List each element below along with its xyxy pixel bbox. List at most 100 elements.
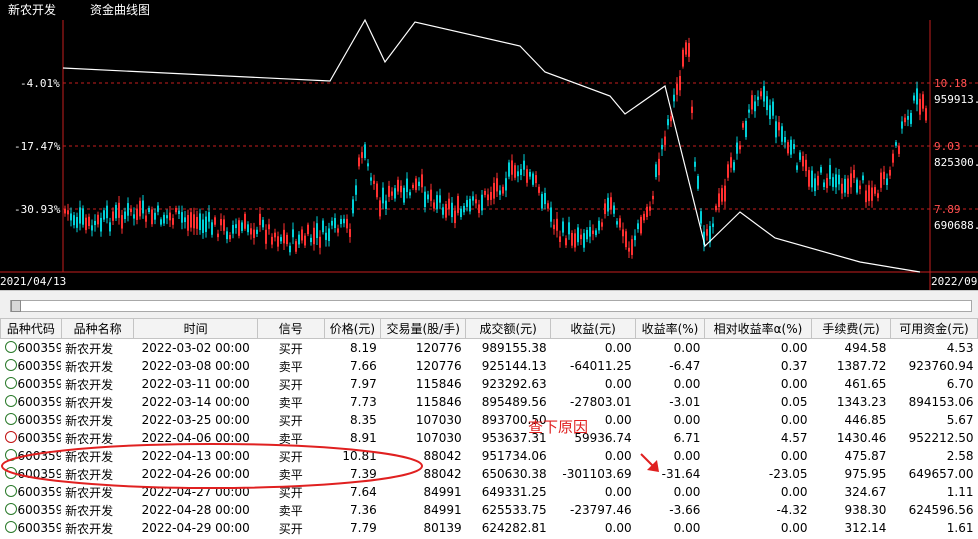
cell-rate: -3.01 (669, 395, 701, 409)
table-row[interactable]: 600359 新农开发 2022-04-28 00:00 卖平 7.36 84991 625… (1, 501, 978, 519)
cell-name: 新农开发 (65, 359, 114, 374)
candle-body (334, 218, 336, 228)
candle-body (385, 200, 387, 209)
candle-body (181, 212, 183, 223)
cell-fee: 938.30 (844, 503, 887, 517)
candle-body (409, 192, 411, 196)
scrollbar-thumb[interactable] (11, 300, 21, 312)
candle-body (640, 216, 642, 234)
table-row[interactable]: 600359 新农开发 2022-03-14 00:00 卖平 7.73 115846 89… (1, 393, 978, 411)
candle-body (262, 219, 264, 228)
cell-profit: 0.00 (604, 521, 632, 535)
equity-curve-chart[interactable]: 新农开发 资金曲线图 -4.01% -17.47% -30.93% 10.18 … (0, 0, 978, 290)
candle-body (178, 210, 180, 214)
column-header[interactable]: 品种代码 (0, 318, 62, 339)
candle-body (571, 232, 573, 246)
column-header[interactable]: 时间 (133, 318, 258, 339)
table-row[interactable]: 600359 新农开发 2022-04-29 00:00 买开 7.79 80139 624… (1, 519, 978, 537)
candle-body (580, 234, 582, 240)
cell-fee: 975.95 (844, 467, 887, 481)
candle-body (598, 220, 600, 231)
candle-body (439, 195, 441, 203)
table-row[interactable]: 600359 新农开发 2022-04-13 00:00 买开 10.81 88042 95… (1, 447, 978, 465)
column-header[interactable]: 交易量(股/手) (380, 318, 467, 339)
candle-body (562, 221, 564, 233)
candle-body (664, 136, 666, 145)
candle-body (280, 237, 282, 242)
cell-volume: 107030 (415, 413, 462, 427)
price-axis-label: 9.03 (934, 140, 961, 153)
table-row[interactable]: 600359 新农开发 2022-03-25 00:00 买开 8.35 107030 89… (1, 411, 978, 429)
cell-rate: 0.00 (673, 413, 701, 427)
column-header[interactable]: 收益率(%) (635, 318, 705, 339)
column-header[interactable]: 收益(元) (550, 318, 637, 339)
candle-body (187, 214, 189, 231)
column-header[interactable]: 相对收益率α(%) (703, 318, 813, 339)
smile-face-icon (4, 413, 17, 425)
candle-body (217, 233, 219, 238)
candle-body (295, 241, 297, 252)
cell-profit: -64011.25 (570, 359, 632, 373)
cell-amount: 923292.63 (481, 377, 547, 391)
candle-body (820, 167, 822, 173)
table-row[interactable]: 600359 新农开发 2022-04-27 00:00 买开 7.64 84991 649… (1, 483, 978, 501)
candle-body (856, 179, 858, 193)
candle-body (613, 205, 615, 214)
candle-body (547, 203, 549, 209)
candle-body (283, 229, 285, 244)
candle-body (604, 203, 606, 215)
candle-body (742, 123, 744, 128)
candle-body (694, 161, 696, 167)
candle-body (796, 165, 798, 170)
candle-body (814, 178, 816, 192)
cell-code: 600359 (1, 501, 61, 519)
column-header[interactable]: 价格(元) (323, 318, 382, 339)
scrollbar-track[interactable] (10, 300, 972, 312)
cell-rate: -3.66 (669, 503, 701, 517)
candle-body (622, 229, 624, 237)
cell-code: 600359 (1, 465, 61, 483)
candle-body (145, 215, 147, 222)
table-row[interactable]: 600359 新农开发 2022-03-11 00:00 买开 7.97 115846 92… (1, 375, 978, 393)
candle-body (427, 194, 429, 200)
candle-body (310, 237, 312, 243)
candle-body (712, 223, 714, 227)
candle-body (73, 215, 75, 226)
cell-price: 7.79 (350, 521, 377, 535)
cell-time: 2022-03-11 00:00 (141, 377, 250, 391)
cell-cash: 624596.56 (908, 503, 974, 517)
cell-profit: 0.00 (604, 449, 632, 463)
time-axis-end-label: 2022/09/ (931, 275, 978, 288)
candle-body (718, 193, 720, 207)
candle-body (646, 206, 648, 218)
candle-body (376, 183, 378, 198)
cell-name: 新农开发 (65, 413, 114, 428)
candle-body (658, 158, 660, 176)
column-header[interactable]: 成交额(元) (465, 318, 552, 339)
chart-scrollbar[interactable] (0, 290, 978, 319)
column-header[interactable]: 手续费(元) (811, 318, 891, 339)
candle-body (469, 198, 471, 212)
candle-body (766, 96, 768, 111)
candle-body (535, 175, 537, 184)
candle-body (568, 222, 570, 235)
cell-name: 新农开发 (65, 521, 114, 536)
table-row[interactable]: 600359 新农开发 2022-04-26 00:00 卖平 7.39 88042 650… (1, 465, 978, 483)
candle-body (85, 217, 87, 231)
column-header[interactable]: 可用资金(元) (889, 318, 978, 339)
candle-body (868, 185, 870, 202)
candle-body (445, 203, 447, 218)
candle-body (424, 191, 426, 208)
candle-body (151, 209, 153, 225)
cell-signal: 买开 (278, 449, 303, 464)
cell-price: 7.64 (350, 485, 377, 499)
candle-body (601, 222, 603, 227)
column-header[interactable]: 品种名称 (60, 318, 135, 339)
table-row[interactable]: 600359 新农开发 2022-04-06 00:00 卖平 8.91 107030 95… (1, 429, 978, 447)
cell-name: 新农开发 (65, 503, 114, 518)
candle-body (214, 217, 216, 225)
cell-amount: 953637.31 (481, 431, 547, 445)
table-row[interactable]: 600359 新农开发 2022-03-08 00:00 卖平 7.66 120776 92… (1, 357, 978, 375)
column-header[interactable]: 信号 (256, 318, 325, 339)
table-row[interactable]: 600359 新农开发 2022-03-02 00:00 买开 8.19 120776 98… (1, 339, 978, 358)
